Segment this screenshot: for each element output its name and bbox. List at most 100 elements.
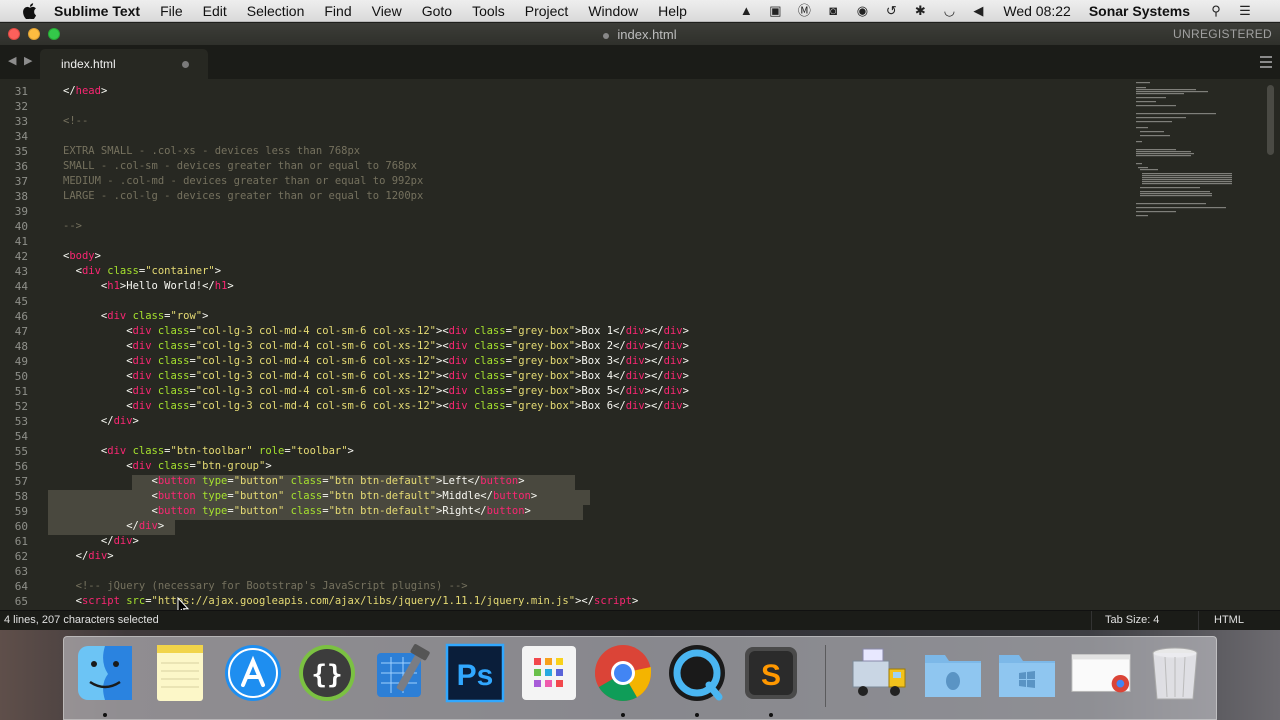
code-line[interactable]: </div> (63, 519, 164, 534)
line-number: 43 (14, 265, 28, 278)
svg-text:{}: {} (311, 660, 342, 690)
code-line[interactable]: <div class="container"> (63, 264, 221, 279)
code-token: div (448, 400, 468, 412)
screen-share-icon[interactable]: ▣ (767, 4, 783, 18)
code-token: "col-lg-3 col-md-4 col-sm-6 col-xs-12" (195, 355, 436, 367)
code-token: "button" (233, 505, 285, 517)
xcode-icon[interactable] (370, 642, 432, 704)
notes-icon[interactable] (148, 642, 210, 704)
line-number: 46 (14, 310, 28, 323)
record-icon[interactable]: ◉ (854, 4, 870, 18)
code-line[interactable]: <div class="row"> (63, 309, 209, 324)
tab-next-arrow-icon[interactable]: ▶ (24, 54, 32, 67)
photoshop-icon[interactable]: Ps (444, 642, 506, 704)
time-machine-icon[interactable]: ↺ (883, 4, 899, 18)
menu-tools[interactable]: Tools (472, 3, 505, 19)
wifi-icon[interactable]: ◡ (941, 4, 957, 18)
code-line[interactable]: <h1>Hello World!</h1> (63, 279, 234, 294)
code-line[interactable]: <div class="btn-toolbar" role="toolbar"> (63, 444, 354, 459)
line-number: 55 (14, 445, 28, 458)
code-token: < (63, 385, 133, 397)
code-line[interactable]: <div class="col-lg-3 col-md-4 col-sm-6 c… (63, 354, 689, 369)
line-number: 61 (14, 535, 28, 548)
code-line[interactable]: <div class="col-lg-3 col-md-4 col-sm-6 c… (63, 369, 689, 384)
code-line[interactable]: </div> (63, 549, 114, 564)
launchpad-icon[interactable] (518, 642, 580, 704)
code-line[interactable]: <!-- jQuery (necessary for Bootstrap's J… (63, 579, 468, 594)
code-token: >< (436, 385, 449, 397)
menu-goto[interactable]: Goto (422, 3, 452, 19)
code-token: >Box 6</ (575, 400, 626, 412)
volume-icon[interactable]: ◀ (970, 4, 986, 18)
utility-truck-icon[interactable] (848, 642, 910, 704)
code-token: div (625, 370, 645, 382)
apple-menu-icon[interactable] (20, 2, 40, 19)
menu-window[interactable]: Window (588, 3, 638, 19)
code-token: div (663, 385, 683, 397)
sublime-text-icon[interactable]: S (740, 642, 802, 704)
menu-project[interactable]: Project (525, 3, 569, 19)
syntax-selector[interactable]: HTML (1198, 611, 1244, 630)
menu-selection[interactable]: Selection (247, 3, 305, 19)
finder-icon[interactable] (74, 642, 136, 704)
google-drive-icon[interactable]: ▲ (738, 4, 754, 18)
code-line[interactable]: LARGE - .col-lg - devices greater than o… (63, 189, 423, 204)
menu-view[interactable]: View (372, 3, 402, 19)
camera-app-icon[interactable]: ◙ (825, 4, 841, 18)
notification-center-icon[interactable]: ☰ (1237, 4, 1253, 18)
code-token: < (63, 445, 108, 457)
running-indicator (769, 713, 773, 717)
menu-help[interactable]: Help (658, 3, 687, 19)
code-line[interactable]: --> (63, 219, 82, 234)
code-token: class (290, 490, 323, 502)
code-line[interactable]: <div class="col-lg-3 col-md-4 col-sm-6 c… (63, 399, 689, 414)
app-store-icon[interactable] (222, 642, 284, 704)
code-line[interactable]: <!-- (63, 114, 88, 129)
menu-file[interactable]: File (160, 3, 183, 19)
linux-folder-icon[interactable] (922, 642, 984, 704)
code-line[interactable]: <script src="https://ajax.googleapis.com… (63, 594, 639, 609)
vertical-scrollbar[interactable] (1267, 85, 1274, 155)
unsaved-dot-icon[interactable] (182, 61, 189, 68)
code-line[interactable]: </div> (63, 414, 139, 429)
line-number: 38 (14, 190, 28, 203)
code-line[interactable]: <button type="button" class="btn btn-def… (63, 504, 531, 519)
code-line[interactable]: <button type="button" class="btn btn-def… (63, 474, 525, 489)
tab-prev-arrow-icon[interactable]: ◀ (8, 54, 16, 67)
menu-find[interactable]: Find (324, 3, 351, 19)
code-line[interactable]: </div> (63, 534, 139, 549)
tab-list-menu-icon[interactable] (1260, 56, 1272, 71)
spotlight-search-icon[interactable]: ⚲ (1208, 4, 1224, 18)
tab-index-html[interactable]: index.html (40, 49, 208, 79)
code-token: </ (63, 85, 76, 97)
code-line[interactable]: <div class="col-lg-3 col-md-4 col-sm-6 c… (63, 339, 689, 354)
malwarebytes-icon[interactable]: Ⓜ (796, 4, 812, 18)
unregistered-label: UNREGISTERED (1173, 27, 1272, 41)
quicktime-icon[interactable] (666, 642, 728, 704)
code-line[interactable]: </head> (63, 84, 107, 99)
chrome-icon[interactable] (592, 642, 654, 704)
menubar-clock[interactable]: Wed 08:22 (1003, 3, 1070, 19)
code-line[interactable]: <div class="col-lg-3 col-md-4 col-sm-6 c… (63, 324, 689, 339)
code-line[interactable]: <div class="btn-group"> (63, 459, 271, 474)
menu-edit[interactable]: Edit (203, 3, 227, 19)
code-line[interactable]: <body> (63, 249, 101, 264)
line-number: 56 (14, 460, 28, 473)
code-token: > (682, 325, 689, 337)
brackets-icon[interactable]: {} (296, 642, 358, 704)
code-line[interactable]: <div class="col-lg-3 col-md-4 col-sm-6 c… (63, 384, 689, 399)
code-line[interactable]: SMALL - .col-sm - devices greater than o… (63, 159, 417, 174)
app-name-menu[interactable]: Sublime Text (54, 3, 140, 19)
code-line[interactable]: <button type="button" class="btn btn-def… (63, 489, 538, 504)
trash-icon[interactable] (1144, 642, 1206, 704)
code-editor[interactable]: 31 32 33 34 35 36 37 38 39 40 41 42 43 44 45 46 47 48 49 50… (0, 79, 1280, 610)
downloads-stack-icon[interactable] (1070, 642, 1132, 704)
tab-size-selector[interactable]: Tab Size: 4 (1091, 611, 1159, 630)
minimap[interactable] (1130, 79, 1250, 239)
bluetooth-icon[interactable]: ✱ (912, 4, 928, 18)
windows-folder-icon[interactable] (996, 642, 1058, 704)
user-menu[interactable]: Sonar Systems (1089, 3, 1190, 19)
code-line[interactable]: EXTRA SMALL - .col-xs - devices less tha… (63, 144, 360, 159)
code-line[interactable]: MEDIUM - .col-md - devices greater than … (63, 174, 423, 189)
code-token: button (492, 490, 531, 502)
